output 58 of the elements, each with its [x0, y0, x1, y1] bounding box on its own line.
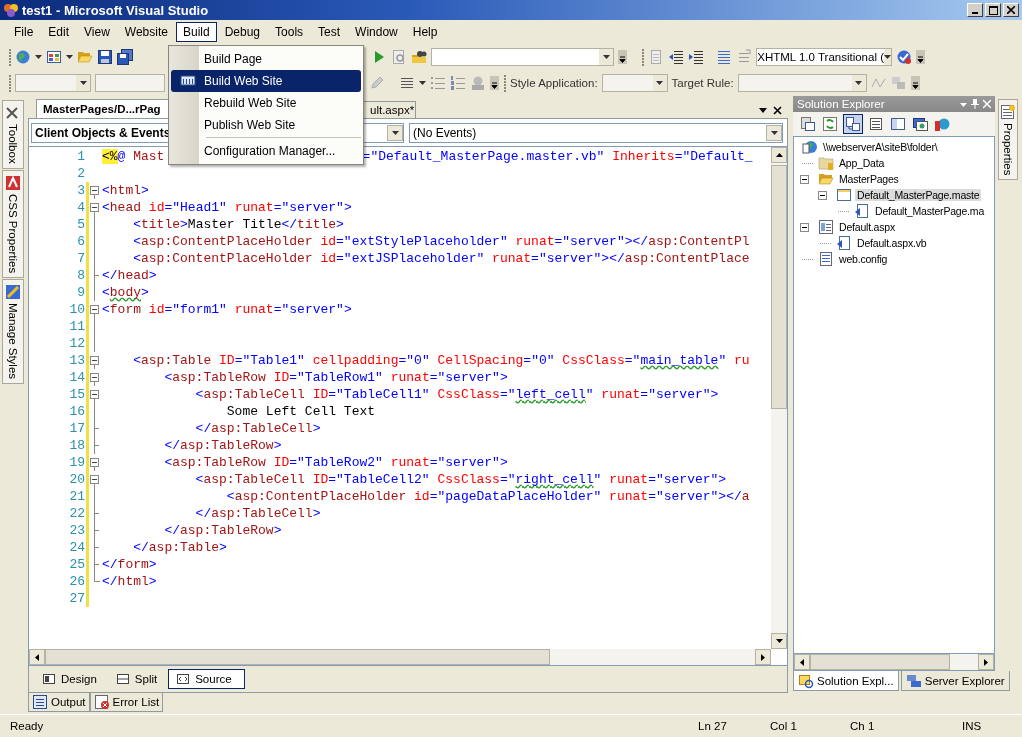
line-number: 26	[68, 574, 86, 589]
line-number: 11	[68, 319, 86, 334]
code-line: <asp:ContentPlaceHolder id="extStylePlaceholder" runat="server"></asp:ContentPl	[132, 233, 750, 250]
line-number: 23	[68, 523, 86, 538]
code-line: <title>Master Title</title>	[132, 216, 344, 233]
code-line: <asp:ContentPlaceHolder id="pageDataPlaceHolder" runat="server"></a	[225, 488, 750, 505]
line-number: 9	[76, 285, 86, 300]
code-line: </asp:TableRow>	[163, 437, 282, 454]
code-line: </asp:TableRow>	[163, 522, 282, 539]
code-line: <asp:TableCell ID="TableCell2" CssClass="right_cell" runat="server">	[194, 471, 727, 488]
status-message: Ready	[10, 720, 45, 732]
code-line: <asp:TableRow ID="TableRow1" runat="server">	[163, 369, 508, 386]
line-number: 8	[76, 268, 86, 283]
line-number: 3	[76, 183, 86, 198]
line-number: 15	[68, 387, 86, 402]
target-rule-label: Target Rule:	[671, 77, 734, 89]
line-number: 27	[68, 591, 86, 606]
line-number: 10	[68, 302, 86, 317]
code-line: Some Left Cell Text	[225, 403, 376, 420]
code-line: <asp:TableRow ID="TableRow2" runat="server">	[163, 454, 508, 471]
line-number: 22	[68, 506, 86, 521]
line-number: 14	[68, 370, 86, 385]
line-number: 16	[68, 404, 86, 419]
line-number: 4	[76, 200, 86, 215]
code-line: <html>	[101, 182, 149, 199]
code-line: </asp:TableCell>	[194, 420, 321, 437]
line-number: 18	[68, 438, 86, 453]
column-indicator: Col 1	[770, 720, 798, 732]
line-number: 1	[76, 149, 86, 164]
line-number: 2	[76, 166, 86, 181]
style-application-label: Style Application:	[510, 77, 598, 89]
line-number: 21	[68, 489, 86, 504]
code-line: <asp:ContentPlaceHolder id="extJSPlaceholder" runat="server"></asp:ContentPlace	[132, 250, 750, 267]
window-title: test1 - Microsoft Visual Studio	[22, 2, 209, 18]
char-indicator: Ch 1	[850, 720, 876, 732]
code-line: </asp:Table>	[132, 539, 227, 556]
line-number: 12	[68, 336, 86, 351]
line-number: 24	[68, 540, 86, 555]
line-number: 25	[68, 557, 86, 572]
line-indicator: Ln 27	[698, 720, 728, 732]
code-line: <asp:TableCell ID="TableCell1" CssClass="left_cell" runat="server">	[194, 386, 719, 403]
line-number: 17	[68, 421, 86, 436]
line-number: 13	[68, 353, 86, 368]
code-line: <body>	[101, 284, 149, 301]
line-number: 19	[68, 455, 86, 470]
code-line: </form>	[101, 556, 157, 573]
code-line: </asp:TableCell>	[194, 505, 321, 522]
line-number: 7	[76, 251, 86, 266]
code-line: </head>	[101, 267, 157, 284]
line-number: 6	[76, 234, 86, 249]
code-line: <form id="form1" runat="server">	[101, 301, 352, 318]
line-number: 20	[68, 472, 86, 487]
line-number: 5	[76, 217, 86, 232]
panel-title: Solution Explorer	[797, 98, 885, 110]
code-line: <asp:Table ID="Table1" cellpadding="0" CellSpacing="0" CssClass="main_table" ru	[132, 352, 750, 369]
code-line: <head id="Head1" runat="server">	[101, 199, 352, 216]
code-line: </html>	[101, 573, 157, 590]
insert-mode-indicator: INS	[962, 720, 982, 732]
